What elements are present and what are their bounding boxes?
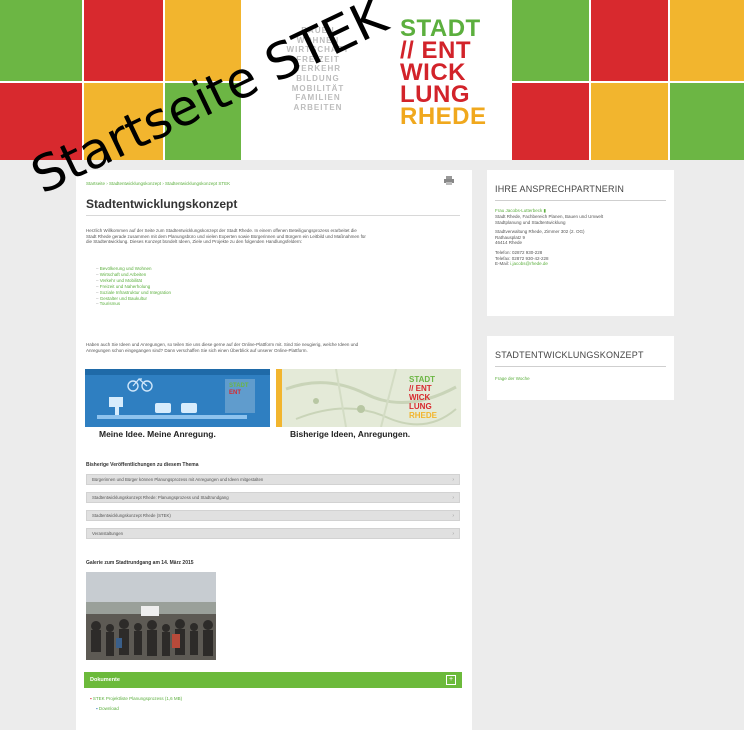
download-link[interactable]: ▪ Download — [96, 706, 119, 711]
header-topic-word: BILDUNG — [296, 73, 340, 83]
contact-box: IHRE ANSPRECHPARTNERIN Frau Jacobs-Lutte… — [487, 170, 674, 316]
header-color-tile — [512, 83, 589, 160]
contact-email-label: E-Mail: — [495, 261, 511, 267]
header-topic-word: WOHNEN — [296, 35, 340, 45]
banner-bisherige-ideen[interactable]: STADT // ENT WICK LUNG RHEDE Bisherige I… — [276, 369, 461, 441]
main-content: Startseite › Stadtentwicklungskonzept › … — [76, 170, 472, 730]
publications-heading: Bisherige Veröffentlichungen zu diesem T… — [86, 462, 199, 468]
header-topic-word: FREIZEIT — [296, 54, 340, 64]
event-photo[interactable] — [86, 572, 216, 660]
documents-label: Dokumente — [90, 677, 120, 683]
header-color-tile — [670, 83, 744, 160]
document-link[interactable]: ▪ STEK Projektliste Planungsprozess (1,6… — [90, 696, 182, 701]
contact-title: IHRE ANSPRECHPARTNERIN — [495, 184, 625, 194]
documents-accordion[interactable]: Dokumente + — [84, 672, 462, 688]
chevron-down-icon: › — [452, 513, 454, 519]
banner-logo-line: STADT — [409, 375, 435, 384]
accordion-item[interactable]: Stadtentwicklungskonzept Rhede (STEK) › — [86, 510, 460, 521]
topic-link[interactable]: Soziale Infrastruktur und Integration — [96, 290, 171, 296]
header-color-tile — [591, 83, 668, 160]
accordion-item-label: Bürgerinnen und Bürger können Planungspr… — [92, 477, 264, 482]
topic-list: Bevölkerung und Wohnen Wirtschaft und Ar… — [96, 266, 171, 307]
concept-divider — [495, 366, 666, 367]
intro-line: die Stadtentwicklung. Dieses Konzept bün… — [86, 239, 303, 245]
header-topic-word: MOBILITÄT — [291, 83, 345, 93]
chevron-down-icon: › — [452, 531, 454, 537]
svg-text:STADT: STADT — [229, 383, 249, 389]
header-color-tile — [670, 0, 744, 81]
site-header: BAUEN WOHNEN WIRTSCHAFT FREIZEIT VERKEHR BILD… — [0, 0, 744, 160]
banner-logo-line: // ENT — [409, 384, 432, 393]
banner-label: Meine Idee. Meine Anregung. — [85, 427, 270, 441]
contact-divider — [495, 200, 666, 201]
header-color-tile — [0, 0, 82, 81]
download-icon: ▪ — [96, 706, 98, 711]
contact-email-link[interactable]: i.jacobs@rhede.de — [510, 261, 548, 266]
print-icon[interactable] — [444, 176, 454, 185]
header-color-tile — [84, 83, 163, 160]
document-link-label: STEK Projektliste Planungsprozess (1,6 M… — [92, 696, 183, 701]
banner-logo-line: WICK — [409, 393, 431, 402]
chevron-down-icon: › — [452, 495, 454, 501]
concept-link[interactable]: Frage der Woche — [495, 376, 530, 382]
header-topic-word: WIRTSCHAFT — [286, 45, 350, 55]
call-paragraph: Haben auch Sie Ideen und Anregungen, so … — [86, 342, 456, 353]
accordion-item-label: Stadtentwicklungskonzept Rhede (STEK) — [92, 513, 171, 518]
chevron-down-icon: › — [452, 477, 454, 483]
contact-name-link: Frau Jacobs-Lutterbeck — [495, 208, 543, 213]
accordion-item-label: Stadtentwicklungskonzept Rhede: Planungs… — [92, 495, 229, 500]
header-color-tile — [512, 0, 589, 81]
header-topic-word: ARBEITEN — [293, 102, 343, 112]
concept-title: STADTENTWICKLUNGSKONZEPT — [495, 350, 644, 360]
contact-email-row: E-Mail: i.jacobs@rhede.de — [495, 261, 603, 267]
breadcrumb[interactable]: Startseite › Stadtentwicklungskonzept › … — [86, 181, 230, 186]
header-color-tile — [591, 0, 668, 81]
accordion-item-label: Veranstaltungen — [92, 531, 124, 536]
pdf-icon: ▪ — [90, 696, 92, 701]
page-title: Stadtentwicklungskonzept — [86, 197, 238, 211]
contact-line: Stadt Rhede, Fachbereich Planen, Bauen u… — [495, 214, 604, 219]
person-icon: ▮ — [543, 208, 547, 213]
logo-line-5: RHEDE — [400, 103, 487, 130]
header-color-tile — [84, 0, 163, 81]
accordion-item[interactable]: Veranstaltungen › — [86, 528, 460, 539]
topic-link[interactable]: Tourismus — [96, 301, 171, 307]
header-color-tile — [165, 0, 241, 81]
title-divider — [86, 215, 460, 216]
header-topic-word: FAMILIEN — [295, 93, 341, 103]
plus-icon[interactable]: + — [446, 675, 456, 685]
contact-details: Stadt Rhede, Fachbereich Planen, Bauen u… — [495, 214, 603, 267]
accordion-item[interactable]: Stadtentwicklungskonzept Rhede: Planungs… — [86, 492, 460, 503]
gallery-heading: Galerie zum Stadtrundgang am 14. März 20… — [86, 560, 194, 566]
header-color-tile — [165, 83, 241, 160]
banner-meine-idee[interactable]: STADT ENT Meine Idee. Meine Anregung. — [85, 369, 270, 441]
site-logo[interactable]: STADT // ENT WICK LUNG RHEDE — [400, 17, 487, 130]
call-line: Anregungen schon eingegangen sind? Dann … — [86, 347, 308, 353]
download-label: Download — [98, 706, 119, 711]
intro-paragraph: Herzlich Willkommen auf der Seite zum St… — [86, 228, 456, 245]
banner-label: Bisherige Ideen, Anregungen. — [276, 427, 461, 441]
header-topic-words: BAUEN WOHNEN WIRTSCHAFT FREIZEIT VERKEHR BILD… — [268, 26, 368, 112]
banner-logo-line: LUNG — [409, 402, 432, 411]
header-topic-word: BAUEN — [301, 26, 335, 35]
contact-name[interactable]: Frau Jacobs-Lutterbeck ▮ — [495, 208, 546, 214]
svg-text:ENT: ENT — [229, 390, 241, 396]
accordion-item[interactable]: Bürgerinnen und Bürger können Planungspr… — [86, 474, 460, 485]
banner-logo-line: RHEDE — [409, 411, 438, 420]
header-color-tile — [0, 83, 82, 160]
header-topic-word: VERKEHR — [294, 64, 342, 74]
concept-box: STADTENTWICKLUNGSKONZEPT Frage der Woche — [487, 336, 674, 400]
